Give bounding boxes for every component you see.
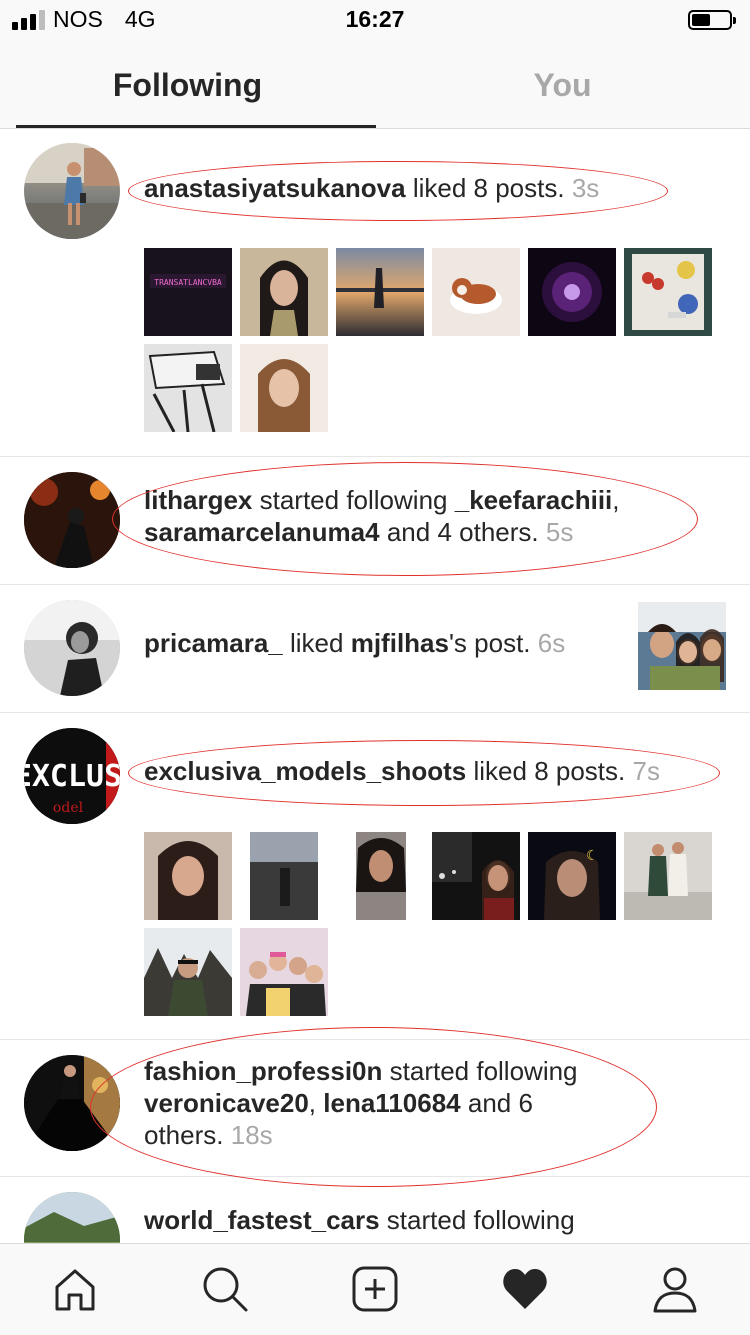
svg-text:☾: ☾ [586, 848, 599, 864]
activity-action: liked [290, 628, 344, 658]
activity-action: 's post. [448, 628, 531, 658]
post-thumbnail[interactable] [432, 248, 520, 336]
post-thumbnail[interactable]: ☾ [528, 832, 616, 920]
activity-text: fashion_professi0n started following ver… [144, 1055, 684, 1151]
home-icon [55, 1269, 95, 1311]
activity-action: started following [259, 485, 448, 515]
avatar[interactable] [24, 143, 120, 239]
username-link[interactable]: saramarcelanuma4 [144, 517, 380, 547]
status-time: 16:27 [345, 6, 405, 32]
username-link[interactable]: lithargex [144, 485, 252, 515]
activity-text: pricamara_ liked mjfilhas's post. 6s [144, 627, 565, 659]
timestamp: 5s [545, 517, 574, 547]
activity-action: liked 8 posts. [412, 173, 565, 203]
list-item: EXCLUS odel exclusiva_models_shoots liked… [0, 712, 750, 1040]
timestamp: 3s [571, 173, 600, 203]
tab-you[interactable]: You [375, 42, 750, 128]
status-bar: NOS 4G 16:27 [0, 0, 750, 42]
tab-following[interactable]: Following [0, 42, 375, 128]
liked-posts-grid: ☾ [144, 832, 712, 1016]
post-thumbnail[interactable]: TRANSATLANCVBA [144, 248, 232, 336]
new-post-button[interactable] [345, 1262, 405, 1316]
list-item: world_fastest_cars started following [0, 1176, 750, 1243]
activity-heart-icon [503, 1269, 547, 1309]
username-link[interactable]: anastasiyatsukanova [144, 173, 406, 203]
timestamp: 6s [537, 628, 566, 658]
post-thumbnail[interactable] [240, 832, 328, 920]
username-link[interactable]: exclusiva_models_shoots [144, 756, 466, 786]
activity-action: liked 8 posts. [473, 756, 626, 786]
activity-text: exclusiva_models_shoots liked 8 posts. 7… [144, 755, 660, 787]
list-item: fashion_professi0n started following ver… [0, 1027, 750, 1187]
post-thumbnail[interactable] [240, 248, 328, 336]
post-thumbnail[interactable] [432, 832, 520, 920]
separator: , [612, 485, 620, 515]
profile-icon [653, 1267, 697, 1313]
activity-text: anastasiyatsukanova liked 8 posts. 3s [144, 172, 599, 204]
post-thumbnail[interactable] [624, 248, 712, 336]
svg-text:TRANSATLANCVBA: TRANSATLANCVBA [154, 278, 222, 287]
avatar[interactable] [24, 472, 120, 568]
avatar[interactable] [24, 1192, 120, 1243]
timestamp: 7s [632, 756, 660, 786]
search-button[interactable] [195, 1262, 255, 1316]
post-thumbnail[interactable] [144, 928, 232, 1016]
add-post-icon [352, 1266, 398, 1312]
activity-button[interactable] [495, 1262, 555, 1316]
username-link[interactable]: world_fastest_cars [144, 1205, 380, 1235]
avatar[interactable] [24, 1055, 120, 1151]
activity-text: lithargex started following _keefarachii… [144, 484, 704, 548]
username-link[interactable]: veronicave20 [144, 1088, 309, 1118]
profile-button[interactable] [645, 1262, 705, 1316]
list-item: pricamara_ liked mjfilhas's post. 6s [0, 584, 750, 713]
username-link[interactable]: fashion_professi0n [144, 1056, 382, 1086]
post-thumbnail[interactable] [336, 832, 424, 920]
avatar[interactable]: EXCLUS odel [24, 728, 120, 824]
username-link[interactable]: mjfilhas [351, 628, 449, 658]
activity-action: and 6 [467, 1088, 533, 1118]
activity-action: and 4 others. [386, 517, 539, 547]
activity-tabs: Following You [0, 42, 750, 129]
bottom-navigation [0, 1243, 750, 1335]
post-thumbnail[interactable] [528, 248, 616, 336]
separator: , [308, 1088, 317, 1118]
post-thumbnail[interactable] [240, 928, 328, 1016]
post-thumbnail[interactable] [144, 832, 232, 920]
avatar[interactable] [24, 600, 120, 696]
activity-feed: anastasiyatsukanova liked 8 posts. 3s TR… [0, 129, 750, 1243]
liked-posts-grid: TRANSATLANCVBA [144, 248, 712, 433]
post-thumbnail[interactable] [638, 602, 726, 690]
search-icon [203, 1267, 248, 1312]
activity-text: world_fastest_cars started following [144, 1204, 575, 1236]
timestamp: 18s [230, 1120, 273, 1150]
username-link[interactable]: _keefarachiii [455, 485, 613, 515]
username-link[interactable]: pricamara_ [144, 628, 283, 658]
post-thumbnail[interactable] [336, 248, 424, 336]
active-tab-indicator [16, 125, 376, 128]
battery-icon [688, 10, 736, 30]
username-link[interactable]: lena110684 [323, 1088, 460, 1118]
activity-action: started following [389, 1056, 578, 1086]
activity-action: started following [386, 1205, 575, 1235]
post-thumbnail[interactable] [144, 344, 232, 433]
activity-action: others. [144, 1120, 224, 1150]
list-item: lithargex started following _keefarachii… [0, 456, 750, 585]
avatar-logo-text: EXCLUS [24, 759, 120, 794]
avatar-logo-subtext: odel [53, 800, 84, 816]
post-thumbnail[interactable] [624, 832, 712, 920]
home-button[interactable] [45, 1262, 105, 1316]
list-item: anastasiyatsukanova liked 8 posts. 3s TR… [0, 129, 750, 457]
post-thumbnail[interactable] [240, 344, 328, 432]
